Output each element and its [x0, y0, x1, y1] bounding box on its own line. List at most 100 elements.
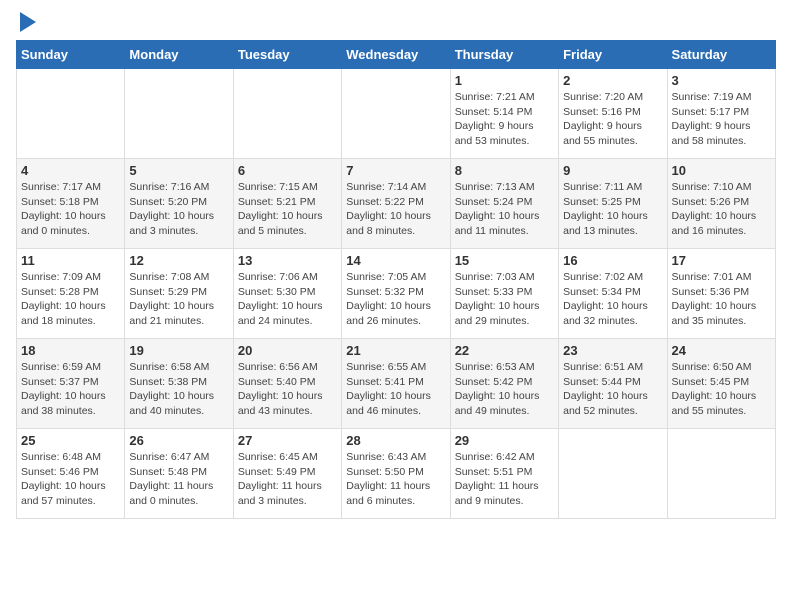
day-info: Sunrise: 6:51 AM Sunset: 5:44 PM Dayligh… — [563, 360, 662, 419]
day-number: 21 — [346, 343, 445, 358]
day-info: Sunrise: 7:06 AM Sunset: 5:30 PM Dayligh… — [238, 270, 337, 329]
day-info: Sunrise: 6:58 AM Sunset: 5:38 PM Dayligh… — [129, 360, 228, 419]
calendar-cell: 21 Sunrise: 6:55 AM Sunset: 5:41 PM Dayli… — [342, 339, 450, 429]
day-info: Sunrise: 6:48 AM Sunset: 5:46 PM Dayligh… — [21, 450, 120, 509]
day-info: Sunrise: 7:21 AM Sunset: 5:14 PM Dayligh… — [455, 90, 554, 149]
day-number: 3 — [672, 73, 771, 88]
calendar-cell: 13 Sunrise: 7:06 AM Sunset: 5:30 PM Dayli… — [233, 249, 341, 339]
day-info: Sunrise: 6:42 AM Sunset: 5:51 PM Dayligh… — [455, 450, 554, 509]
calendar-header-friday: Friday — [559, 41, 667, 69]
calendar-header-monday: Monday — [125, 41, 233, 69]
calendar-cell: 15 Sunrise: 7:03 AM Sunset: 5:33 PM Dayli… — [450, 249, 558, 339]
day-info: Sunrise: 6:53 AM Sunset: 5:42 PM Dayligh… — [455, 360, 554, 419]
calendar-cell: 4 Sunrise: 7:17 AM Sunset: 5:18 PM Daylig… — [17, 159, 125, 249]
calendar-cell — [342, 69, 450, 159]
day-number: 5 — [129, 163, 228, 178]
calendar-cell: 8 Sunrise: 7:13 AM Sunset: 5:24 PM Daylig… — [450, 159, 558, 249]
calendar-cell: 20 Sunrise: 6:56 AM Sunset: 5:40 PM Dayli… — [233, 339, 341, 429]
calendar-cell: 29Sunrise: 6:42 AM Sunset: 5:51 PM Dayli… — [450, 429, 558, 519]
day-info: Sunrise: 7:13 AM Sunset: 5:24 PM Dayligh… — [455, 180, 554, 239]
day-info: Sunrise: 7:02 AM Sunset: 5:34 PM Dayligh… — [563, 270, 662, 329]
day-number: 23 — [563, 343, 662, 358]
day-info: Sunrise: 6:47 AM Sunset: 5:48 PM Dayligh… — [129, 450, 228, 509]
calendar-week-row: 18Sunrise: 6:59 AM Sunset: 5:37 PM Dayli… — [17, 339, 776, 429]
calendar-header-wednesday: Wednesday — [342, 41, 450, 69]
calendar-cell: 22 Sunrise: 6:53 AM Sunset: 5:42 PM Dayli… — [450, 339, 558, 429]
page-header — [16, 16, 776, 32]
day-number: 25 — [21, 433, 120, 448]
day-number: 12 — [129, 253, 228, 268]
calendar-cell: 25 Sunrise: 6:48 AM Sunset: 5:46 PM Dayli… — [17, 429, 125, 519]
day-info: Sunrise: 7:17 AM Sunset: 5:18 PM Dayligh… — [21, 180, 120, 239]
calendar-header-saturday: Saturday — [667, 41, 775, 69]
calendar-cell — [233, 69, 341, 159]
day-info: Sunrise: 7:20 AM Sunset: 5:16 PM Dayligh… — [563, 90, 662, 149]
calendar-week-row: 4 Sunrise: 7:17 AM Sunset: 5:18 PM Daylig… — [17, 159, 776, 249]
calendar-cell: 16 Sunrise: 7:02 AM Sunset: 5:34 PM Dayli… — [559, 249, 667, 339]
calendar-cell: 1 Sunrise: 7:21 AM Sunset: 5:14 PM Daylig… — [450, 69, 558, 159]
calendar-cell — [17, 69, 125, 159]
day-number: 13 — [238, 253, 337, 268]
day-info: Sunrise: 6:59 AM Sunset: 5:37 PM Dayligh… — [21, 360, 120, 419]
day-number: 2 — [563, 73, 662, 88]
day-number: 24 — [672, 343, 771, 358]
day-info: Sunrise: 7:16 AM Sunset: 5:20 PM Dayligh… — [129, 180, 228, 239]
calendar-table: SundayMondayTuesdayWednesdayThursdayFrid… — [16, 40, 776, 519]
day-info: Sunrise: 7:10 AM Sunset: 5:26 PM Dayligh… — [672, 180, 771, 239]
day-number: 27 — [238, 433, 337, 448]
calendar-header-sunday: Sunday — [17, 41, 125, 69]
calendar-cell: 5 Sunrise: 7:16 AM Sunset: 5:20 PM Daylig… — [125, 159, 233, 249]
day-info: Sunrise: 6:55 AM Sunset: 5:41 PM Dayligh… — [346, 360, 445, 419]
day-number: 17 — [672, 253, 771, 268]
day-number: 16 — [563, 253, 662, 268]
calendar-cell: 18Sunrise: 6:59 AM Sunset: 5:37 PM Dayli… — [17, 339, 125, 429]
calendar-cell: 28Sunrise: 6:43 AM Sunset: 5:50 PM Dayli… — [342, 429, 450, 519]
day-number: 7 — [346, 163, 445, 178]
day-info: Sunrise: 6:50 AM Sunset: 5:45 PM Dayligh… — [672, 360, 771, 419]
calendar-week-row: 11 Sunrise: 7:09 AM Sunset: 5:28 PM Dayli… — [17, 249, 776, 339]
day-info: Sunrise: 7:14 AM Sunset: 5:22 PM Dayligh… — [346, 180, 445, 239]
day-number: 1 — [455, 73, 554, 88]
day-info: Sunrise: 7:15 AM Sunset: 5:21 PM Dayligh… — [238, 180, 337, 239]
calendar-week-row: 25 Sunrise: 6:48 AM Sunset: 5:46 PM Dayli… — [17, 429, 776, 519]
day-info: Sunrise: 7:09 AM Sunset: 5:28 PM Dayligh… — [21, 270, 120, 329]
day-number: 20 — [238, 343, 337, 358]
day-number: 15 — [455, 253, 554, 268]
calendar-header-tuesday: Tuesday — [233, 41, 341, 69]
day-number: 9 — [563, 163, 662, 178]
calendar-cell — [667, 429, 775, 519]
calendar-cell: 14 Sunrise: 7:05 AM Sunset: 5:32 PM Dayli… — [342, 249, 450, 339]
day-number: 8 — [455, 163, 554, 178]
calendar-cell — [125, 69, 233, 159]
day-number: 11 — [21, 253, 120, 268]
day-number: 19 — [129, 343, 228, 358]
day-info: Sunrise: 7:08 AM Sunset: 5:29 PM Dayligh… — [129, 270, 228, 329]
logo — [16, 16, 36, 32]
calendar-cell: 17Sunrise: 7:01 AM Sunset: 5:36 PM Dayli… — [667, 249, 775, 339]
day-info: Sunrise: 6:43 AM Sunset: 5:50 PM Dayligh… — [346, 450, 445, 509]
day-number: 22 — [455, 343, 554, 358]
day-number: 14 — [346, 253, 445, 268]
calendar-week-row: 1 Sunrise: 7:21 AM Sunset: 5:14 PM Daylig… — [17, 69, 776, 159]
calendar-cell: 19 Sunrise: 6:58 AM Sunset: 5:38 PM Dayli… — [125, 339, 233, 429]
calendar-cell: 2 Sunrise: 7:20 AM Sunset: 5:16 PM Daylig… — [559, 69, 667, 159]
calendar-cell: 27 Sunrise: 6:45 AM Sunset: 5:49 PM Dayli… — [233, 429, 341, 519]
day-number: 4 — [21, 163, 120, 178]
calendar-cell: 3 Sunrise: 7:19 AM Sunset: 5:17 PM Daylig… — [667, 69, 775, 159]
calendar-cell: 24 Sunrise: 6:50 AM Sunset: 5:45 PM Dayli… — [667, 339, 775, 429]
day-info: Sunrise: 7:03 AM Sunset: 5:33 PM Dayligh… — [455, 270, 554, 329]
calendar-cell: 12 Sunrise: 7:08 AM Sunset: 5:29 PM Dayli… — [125, 249, 233, 339]
calendar-cell: 26Sunrise: 6:47 AM Sunset: 5:48 PM Dayli… — [125, 429, 233, 519]
day-info: Sunrise: 7:05 AM Sunset: 5:32 PM Dayligh… — [346, 270, 445, 329]
calendar-cell: 23 Sunrise: 6:51 AM Sunset: 5:44 PM Dayli… — [559, 339, 667, 429]
calendar-cell — [559, 429, 667, 519]
calendar-header-thursday: Thursday — [450, 41, 558, 69]
day-info: Sunrise: 7:19 AM Sunset: 5:17 PM Dayligh… — [672, 90, 771, 149]
logo-arrow-icon — [20, 12, 36, 32]
day-info: Sunrise: 6:56 AM Sunset: 5:40 PM Dayligh… — [238, 360, 337, 419]
calendar-cell: 10Sunrise: 7:10 AM Sunset: 5:26 PM Dayli… — [667, 159, 775, 249]
day-info: Sunrise: 6:45 AM Sunset: 5:49 PM Dayligh… — [238, 450, 337, 509]
calendar-cell: 9Sunrise: 7:11 AM Sunset: 5:25 PM Daylig… — [559, 159, 667, 249]
calendar-cell: 7 Sunrise: 7:14 AM Sunset: 5:22 PM Daylig… — [342, 159, 450, 249]
calendar-cell: 6Sunrise: 7:15 AM Sunset: 5:21 PM Daylig… — [233, 159, 341, 249]
